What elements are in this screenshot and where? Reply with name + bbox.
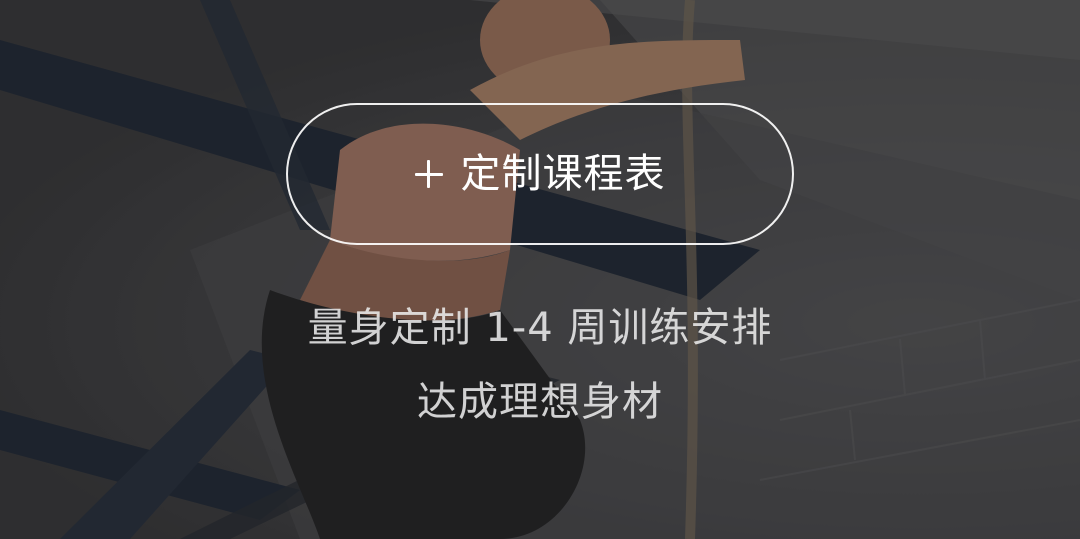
customize-schedule-label: 定制课程表 [460,151,666,197]
background-overlay [0,0,1080,539]
customize-schedule-button[interactable]: 定制课程表 [286,103,794,245]
course-banner: 定制课程表 量身定制 1-4 周训练安排 达成理想身材 [0,0,1080,539]
plus-icon [414,160,443,188]
description-line-2: 达成理想身材 [417,379,663,425]
description-line-1: 量身定制 1-4 周训练安排 [307,305,773,351]
